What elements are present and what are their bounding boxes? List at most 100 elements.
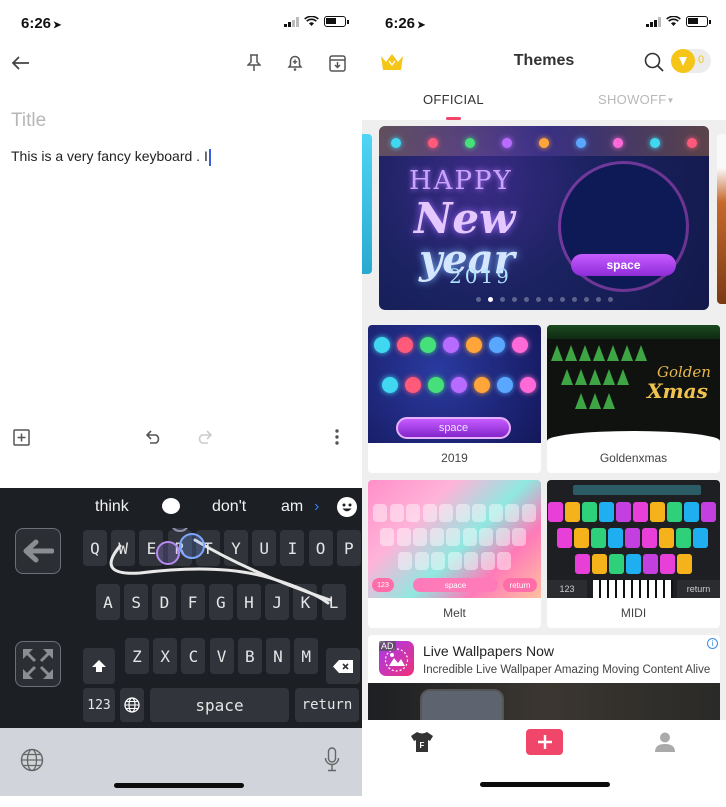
midi-key [626, 554, 641, 574]
add-box-icon[interactable] [11, 427, 31, 447]
themes-feed[interactable]: HAPPY New year 2019 space space 2019 Gol… [362, 120, 726, 720]
backspace-key[interactable] [326, 648, 360, 684]
search-icon[interactable] [642, 50, 666, 74]
piano-keys [593, 580, 673, 598]
key-v[interactable]: V [209, 638, 234, 674]
chevron-right-icon[interactable]: › [314, 498, 319, 516]
light-bulb [443, 337, 459, 353]
light-bulb [496, 377, 513, 393]
themes-app-panel: 6:26 ➤ Themes 0 OFFICIAL SHOWOFF▼ HAPPY N… [362, 0, 726, 807]
carousel-dots[interactable] [379, 297, 709, 302]
system-globe-icon[interactable] [18, 746, 46, 774]
location-arrow-icon: ➤ [417, 20, 426, 31]
light-bulb [512, 337, 528, 353]
ad-badge: AD [379, 641, 396, 651]
text-cursor [208, 148, 211, 166]
carousel-dot[interactable] [547, 297, 553, 302]
melt-key [380, 528, 394, 546]
person-icon [655, 732, 675, 752]
tab-themes[interactable]: F [408, 728, 436, 756]
back-arrow-button[interactable] [15, 528, 61, 574]
keyboard-preview-circle: space [561, 164, 686, 289]
next-banner-peek[interactable] [717, 134, 726, 304]
midi-key [677, 554, 692, 574]
suggestion-2[interactable]: don't [212, 498, 246, 516]
keyboard-globe-key[interactable] [120, 688, 144, 722]
midi-key [591, 528, 606, 548]
carousel-dot[interactable] [595, 297, 601, 302]
midi-key [616, 502, 631, 522]
carousel-dot[interactable] [487, 297, 493, 302]
light-bulb [466, 337, 482, 353]
key-m[interactable]: M [294, 638, 319, 674]
system-keyboard-bar [0, 728, 362, 796]
tab-official[interactable]: OFFICIAL [423, 92, 484, 107]
smiley-icon[interactable] [337, 497, 357, 517]
tree-key [589, 369, 601, 385]
undo-icon[interactable] [144, 427, 164, 447]
tab-showoff[interactable]: SHOWOFF▼ [598, 92, 675, 107]
midi-key [693, 528, 708, 548]
carousel-dot[interactable] [571, 297, 577, 302]
key-c[interactable]: C [181, 638, 206, 674]
carousel-dot[interactable] [511, 297, 517, 302]
home-indicator [480, 782, 610, 787]
shift-icon [92, 660, 106, 672]
midi-key [701, 502, 716, 522]
tab-profile[interactable] [651, 728, 679, 756]
key-z[interactable]: Z [125, 638, 149, 674]
carousel-dot[interactable] [475, 297, 481, 302]
battery-icon [686, 16, 711, 27]
theme-name: 2019 [441, 451, 468, 465]
theme-card-melt[interactable]: 123 space return Melt [368, 480, 541, 628]
suggestion-3[interactable]: am [281, 498, 303, 516]
tree-key [603, 393, 615, 409]
suggestion-1[interactable]: think [95, 498, 129, 516]
key-x[interactable]: X [153, 638, 178, 674]
wifi-icon [666, 16, 681, 26]
note-body-input[interactable]: This is a very fancy keyboard . I [11, 148, 211, 166]
melt-key [462, 528, 477, 546]
key-p[interactable]: P [336, 530, 361, 566]
theme-card-2019[interactable]: space 2019 [368, 325, 541, 473]
carousel-dot[interactable] [523, 297, 529, 302]
key-n[interactable]: N [266, 638, 290, 674]
numbers-key[interactable]: 123 [83, 688, 115, 722]
microphone-icon[interactable] [320, 744, 344, 776]
light-bulb [465, 138, 475, 148]
light-bulb [489, 337, 505, 353]
carousel-dot[interactable] [607, 297, 613, 302]
prev-banner-peek[interactable] [362, 134, 372, 274]
banner-new-year-2019[interactable]: HAPPY New year 2019 space [379, 126, 709, 310]
redo-icon[interactable] [194, 427, 214, 447]
carousel-dot[interactable] [535, 297, 541, 302]
shift-key[interactable] [83, 648, 115, 684]
theme-card-midi[interactable]: 123 return MIDI [547, 480, 720, 628]
note-title-input[interactable]: Title [11, 110, 46, 132]
carousel-dot[interactable] [559, 297, 565, 302]
bell-plus-icon[interactable] [284, 52, 306, 74]
ad-media [368, 683, 720, 720]
midi-key [625, 528, 640, 548]
return-key[interactable]: return [295, 688, 359, 722]
archive-icon[interactable] [326, 52, 348, 74]
light-bulb [687, 138, 697, 148]
space-key[interactable]: space [150, 688, 289, 722]
carousel-dot[interactable] [499, 297, 505, 302]
info-icon[interactable]: i [707, 638, 718, 649]
ad-card[interactable]: AD Live Wallpapers Now Incredible Live W… [368, 635, 720, 720]
expand-button[interactable] [15, 641, 61, 687]
more-vertical-icon[interactable] [327, 427, 347, 447]
arrow-left-icon[interactable] [10, 52, 32, 74]
pin-icon[interactable] [243, 52, 265, 74]
ad-title: Live Wallpapers Now [423, 643, 554, 659]
carousel-dot[interactable] [583, 297, 589, 302]
thought-bubble-icon[interactable] [162, 498, 180, 514]
create-button[interactable] [526, 729, 563, 755]
theme-card-goldenxmas[interactable]: Golden Xmas Goldenxmas [547, 325, 720, 473]
midi-key [574, 528, 589, 548]
coin-balance-button[interactable]: 0 [671, 49, 711, 73]
midi-key [633, 502, 648, 522]
key-b[interactable]: B [237, 638, 262, 674]
globe-icon [124, 697, 140, 713]
